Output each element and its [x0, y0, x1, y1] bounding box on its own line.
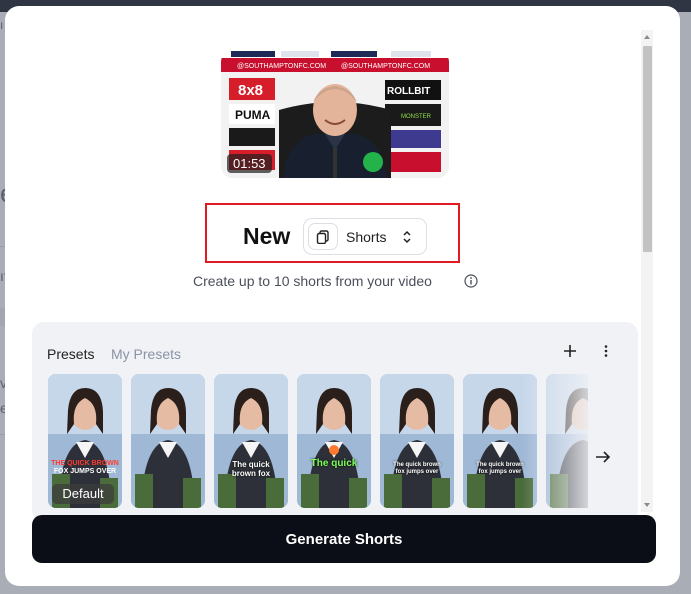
- output-type-label: Shorts: [346, 229, 387, 245]
- more-vertical-icon[interactable]: [599, 344, 613, 358]
- presets-panel: Presets My Presets THE QUICK BROWN FOX J…: [32, 322, 638, 522]
- arrow-right-icon[interactable]: [595, 450, 611, 464]
- sponsor-rollbit: ROLLBIT: [387, 86, 430, 97]
- generate-shorts-button[interactable]: Generate Shorts: [32, 515, 656, 563]
- tab-presets[interactable]: Presets: [47, 346, 94, 362]
- svg-text:@SOUTHAMPTONFC.COM: @SOUTHAMPTONFC.COM: [341, 63, 430, 70]
- scroll-down-icon[interactable]: [643, 502, 651, 508]
- tab-my-presets[interactable]: My Presets: [111, 346, 181, 362]
- output-type-select[interactable]: Shorts: [303, 218, 427, 255]
- preset-preview-image: [297, 374, 371, 508]
- create-shorts-modal: @SOUTHAMPTONFC.COM @SOUTHAMPTONFC.COM 8x…: [5, 6, 680, 586]
- sponsor-text: @SOUTHAMPTONFC.COM: [237, 63, 326, 70]
- scroll-up-icon[interactable]: [643, 34, 651, 40]
- plus-icon[interactable]: [563, 344, 577, 358]
- preset-card[interactable]: The quick: [297, 374, 371, 508]
- default-badge: Default: [52, 484, 114, 504]
- video-thumbnail[interactable]: @SOUTHAMPTONFC.COM @SOUTHAMPTONFC.COM 8x…: [221, 50, 449, 178]
- carousel-fade: [522, 374, 592, 508]
- preset-caption: fox jumps over: [395, 469, 439, 475]
- preset-card[interactable]: The quick brown fox jumps over: [380, 374, 454, 508]
- preset-preview-image: [214, 374, 288, 508]
- new-label: New: [243, 223, 291, 249]
- scrollbar-thumb[interactable]: [643, 46, 652, 252]
- background-text: ı: [0, 18, 4, 32]
- sponsor-puma: PUMA: [235, 108, 271, 122]
- preset-caption: The quick: [232, 460, 270, 469]
- preset-caption: FOX JUMPS OVER: [53, 468, 117, 475]
- preset-cards: THE QUICK BROWN FOX JUMPS OVER Default T…: [48, 374, 588, 508]
- subtitle-text: Create up to 10 shorts from your video: [193, 273, 432, 289]
- preset-caption: brown fox: [231, 469, 271, 478]
- chevron-up-down-icon: [403, 230, 411, 244]
- sponsor-8x8: 8x8: [238, 82, 263, 99]
- preset-preview-image: [380, 374, 454, 508]
- copy-icon: [308, 223, 338, 250]
- preset-card[interactable]: [131, 374, 205, 508]
- video-duration: 01:53: [227, 154, 272, 173]
- info-icon[interactable]: [464, 274, 478, 288]
- preset-caption: The quick: [310, 458, 358, 469]
- preset-caption: THE QUICK BROWN: [51, 460, 119, 467]
- preset-caption: The quick brown: [393, 462, 441, 468]
- preset-card[interactable]: The quick brown fox: [214, 374, 288, 508]
- scrollbar[interactable]: [641, 30, 653, 512]
- preset-preview-image: [131, 374, 205, 508]
- preset-card[interactable]: THE QUICK BROWN FOX JUMPS OVER Default: [48, 374, 122, 508]
- sponsor-monster: MONSTER: [401, 114, 432, 120]
